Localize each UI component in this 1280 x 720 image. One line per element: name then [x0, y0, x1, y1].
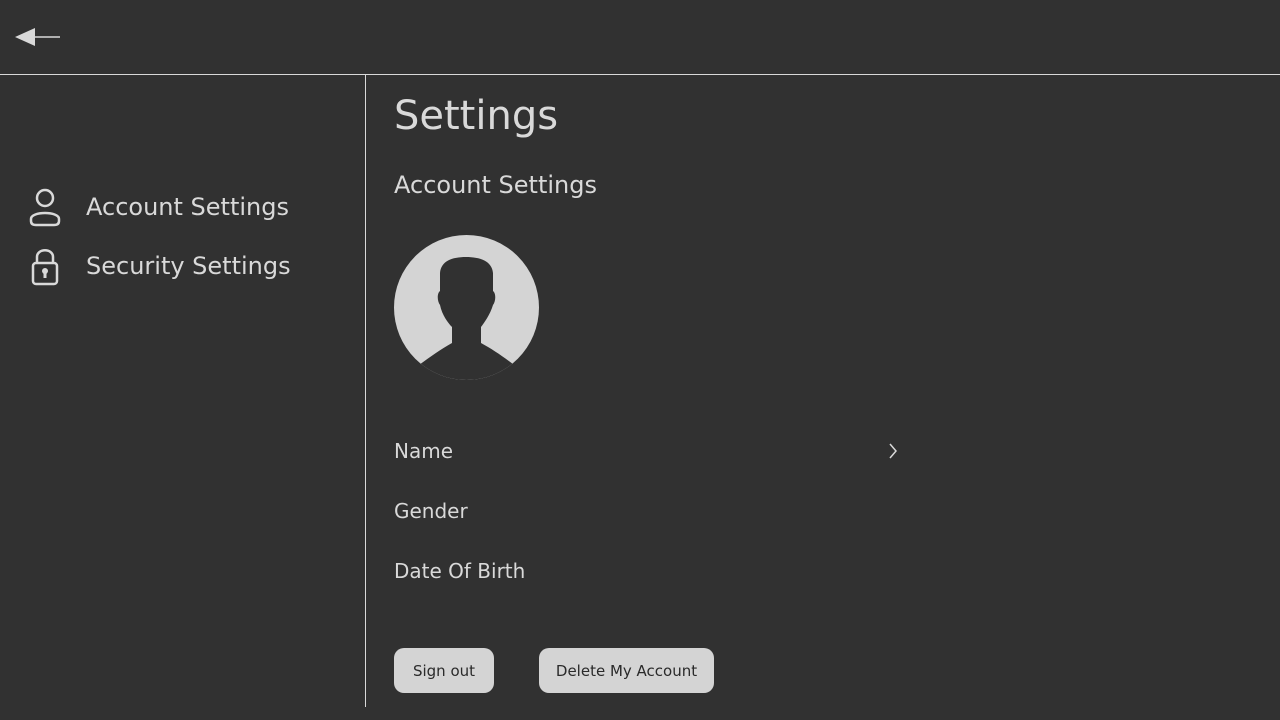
sidebar-item-account-settings[interactable]: Account Settings	[26, 185, 346, 229]
lock-icon	[26, 246, 64, 286]
back-button[interactable]	[12, 24, 64, 50]
date-of-birth-label: Date Of Birth	[394, 559, 526, 583]
gender-field-row[interactable]: Gender	[394, 494, 900, 528]
user-icon	[26, 187, 64, 227]
back-arrow-icon	[15, 28, 60, 46]
top-bar	[0, 0, 1280, 75]
sidebar-item-label: Security Settings	[86, 252, 291, 280]
avatar-placeholder-icon	[394, 235, 539, 380]
sidebar-item-label: Account Settings	[86, 193, 289, 221]
section-title: Account Settings	[394, 171, 597, 199]
delete-account-button[interactable]: Delete My Account	[539, 648, 714, 693]
page-title: Settings	[394, 93, 559, 139]
sidebar: Account Settings Security Settings	[0, 75, 366, 707]
main-content: Settings Account Settings Name Gender Da…	[394, 75, 1254, 715]
date-of-birth-field-row[interactable]: Date Of Birth	[394, 554, 900, 588]
name-field-row[interactable]: Name	[394, 434, 900, 468]
sign-out-button[interactable]: Sign out	[394, 648, 494, 693]
name-label: Name	[394, 439, 454, 463]
gender-label: Gender	[394, 499, 468, 523]
avatar[interactable]	[394, 235, 539, 380]
sidebar-item-security-settings[interactable]: Security Settings	[26, 244, 346, 288]
chevron-right-icon	[886, 441, 900, 461]
